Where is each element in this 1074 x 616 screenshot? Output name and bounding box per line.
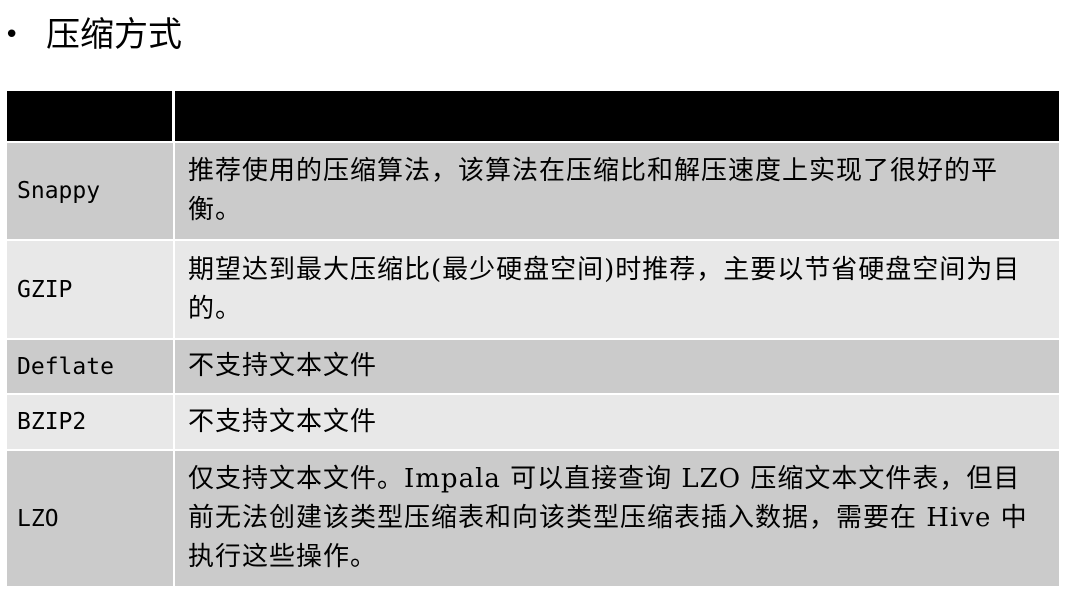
codec-name: Snappy: [7, 143, 175, 239]
codec-name: LZO: [7, 451, 175, 586]
codec-description: 期望达到最大压缩比(最少硬盘空间)时推荐，主要以节省硬盘空间为目的。: [188, 254, 1021, 324]
codec-name: GZIP: [7, 241, 175, 338]
table-row-gzip: GZIP 期望达到最大压缩比(最少硬盘空间)时推荐，主要以节省硬盘空间为目的。: [7, 241, 1059, 340]
table-row-lzo: LZO 仅支持文本文件。Impala 可以直接查询 LZO 压缩文本文件表，但目…: [7, 451, 1059, 588]
codec-description: 推荐使用的压缩算法，该算法在压缩比和解压速度上实现了很好的平衡。: [188, 156, 999, 225]
table-row-deflate: Deflate 不支持文本文件: [7, 340, 1059, 395]
compression-table: Snappy 推荐使用的压缩算法，该算法在压缩比和解压速度上实现了很好的平衡。 …: [7, 91, 1059, 588]
codec-description: 不支持文本文件: [188, 351, 378, 381]
section-heading: • 压缩方式: [4, 10, 182, 60]
header-name-cell: [7, 91, 175, 141]
table-header-row: [7, 91, 1059, 143]
header-description-cell: [175, 91, 1059, 141]
bullet-point: •: [4, 20, 20, 50]
codec-description: 仅支持文本文件。Impala 可以直接查询 LZO 压缩文本文件表，但目前无法创…: [188, 464, 1028, 572]
codec-description: 不支持文本文件: [188, 406, 378, 437]
heading-title: 压缩方式: [46, 15, 182, 55]
codec-name: Deflate: [7, 340, 175, 393]
table-row-bzip2: BZIP2 不支持文本文件: [7, 395, 1059, 451]
table-row-snappy: Snappy 推荐使用的压缩算法，该算法在压缩比和解压速度上实现了很好的平衡。: [7, 143, 1059, 241]
codec-name: BZIP2: [7, 395, 175, 449]
